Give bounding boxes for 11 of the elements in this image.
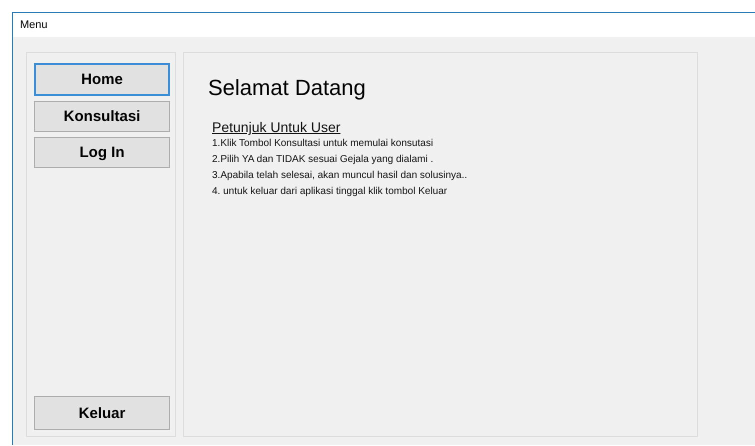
instruction-step: 3.Apabila telah selesai, akan muncul hasil dan solusinya.. xyxy=(212,170,468,181)
instructions-heading: Petunjuk Untuk User xyxy=(212,119,340,135)
nav-button[interactable]: Log In xyxy=(34,137,170,168)
welcome-heading: Selamat Datang xyxy=(208,75,366,101)
window-title: Menu xyxy=(20,19,48,31)
instruction-step: 4. untuk keluar dari aplikasi tinggal klik tombol Keluar xyxy=(212,186,448,197)
exit-button[interactable]: Keluar xyxy=(34,396,170,430)
instruction-step: 2.Pilih YA dan TIDAK sesuai Gejala yang dialami . xyxy=(212,154,434,165)
instruction-step: 1.Klik Tombol Konsultasi untuk memulai konsutasi xyxy=(212,138,434,149)
nav-button[interactable]: Konsultasi xyxy=(34,101,170,132)
nav-button[interactable]: Home xyxy=(34,63,170,96)
